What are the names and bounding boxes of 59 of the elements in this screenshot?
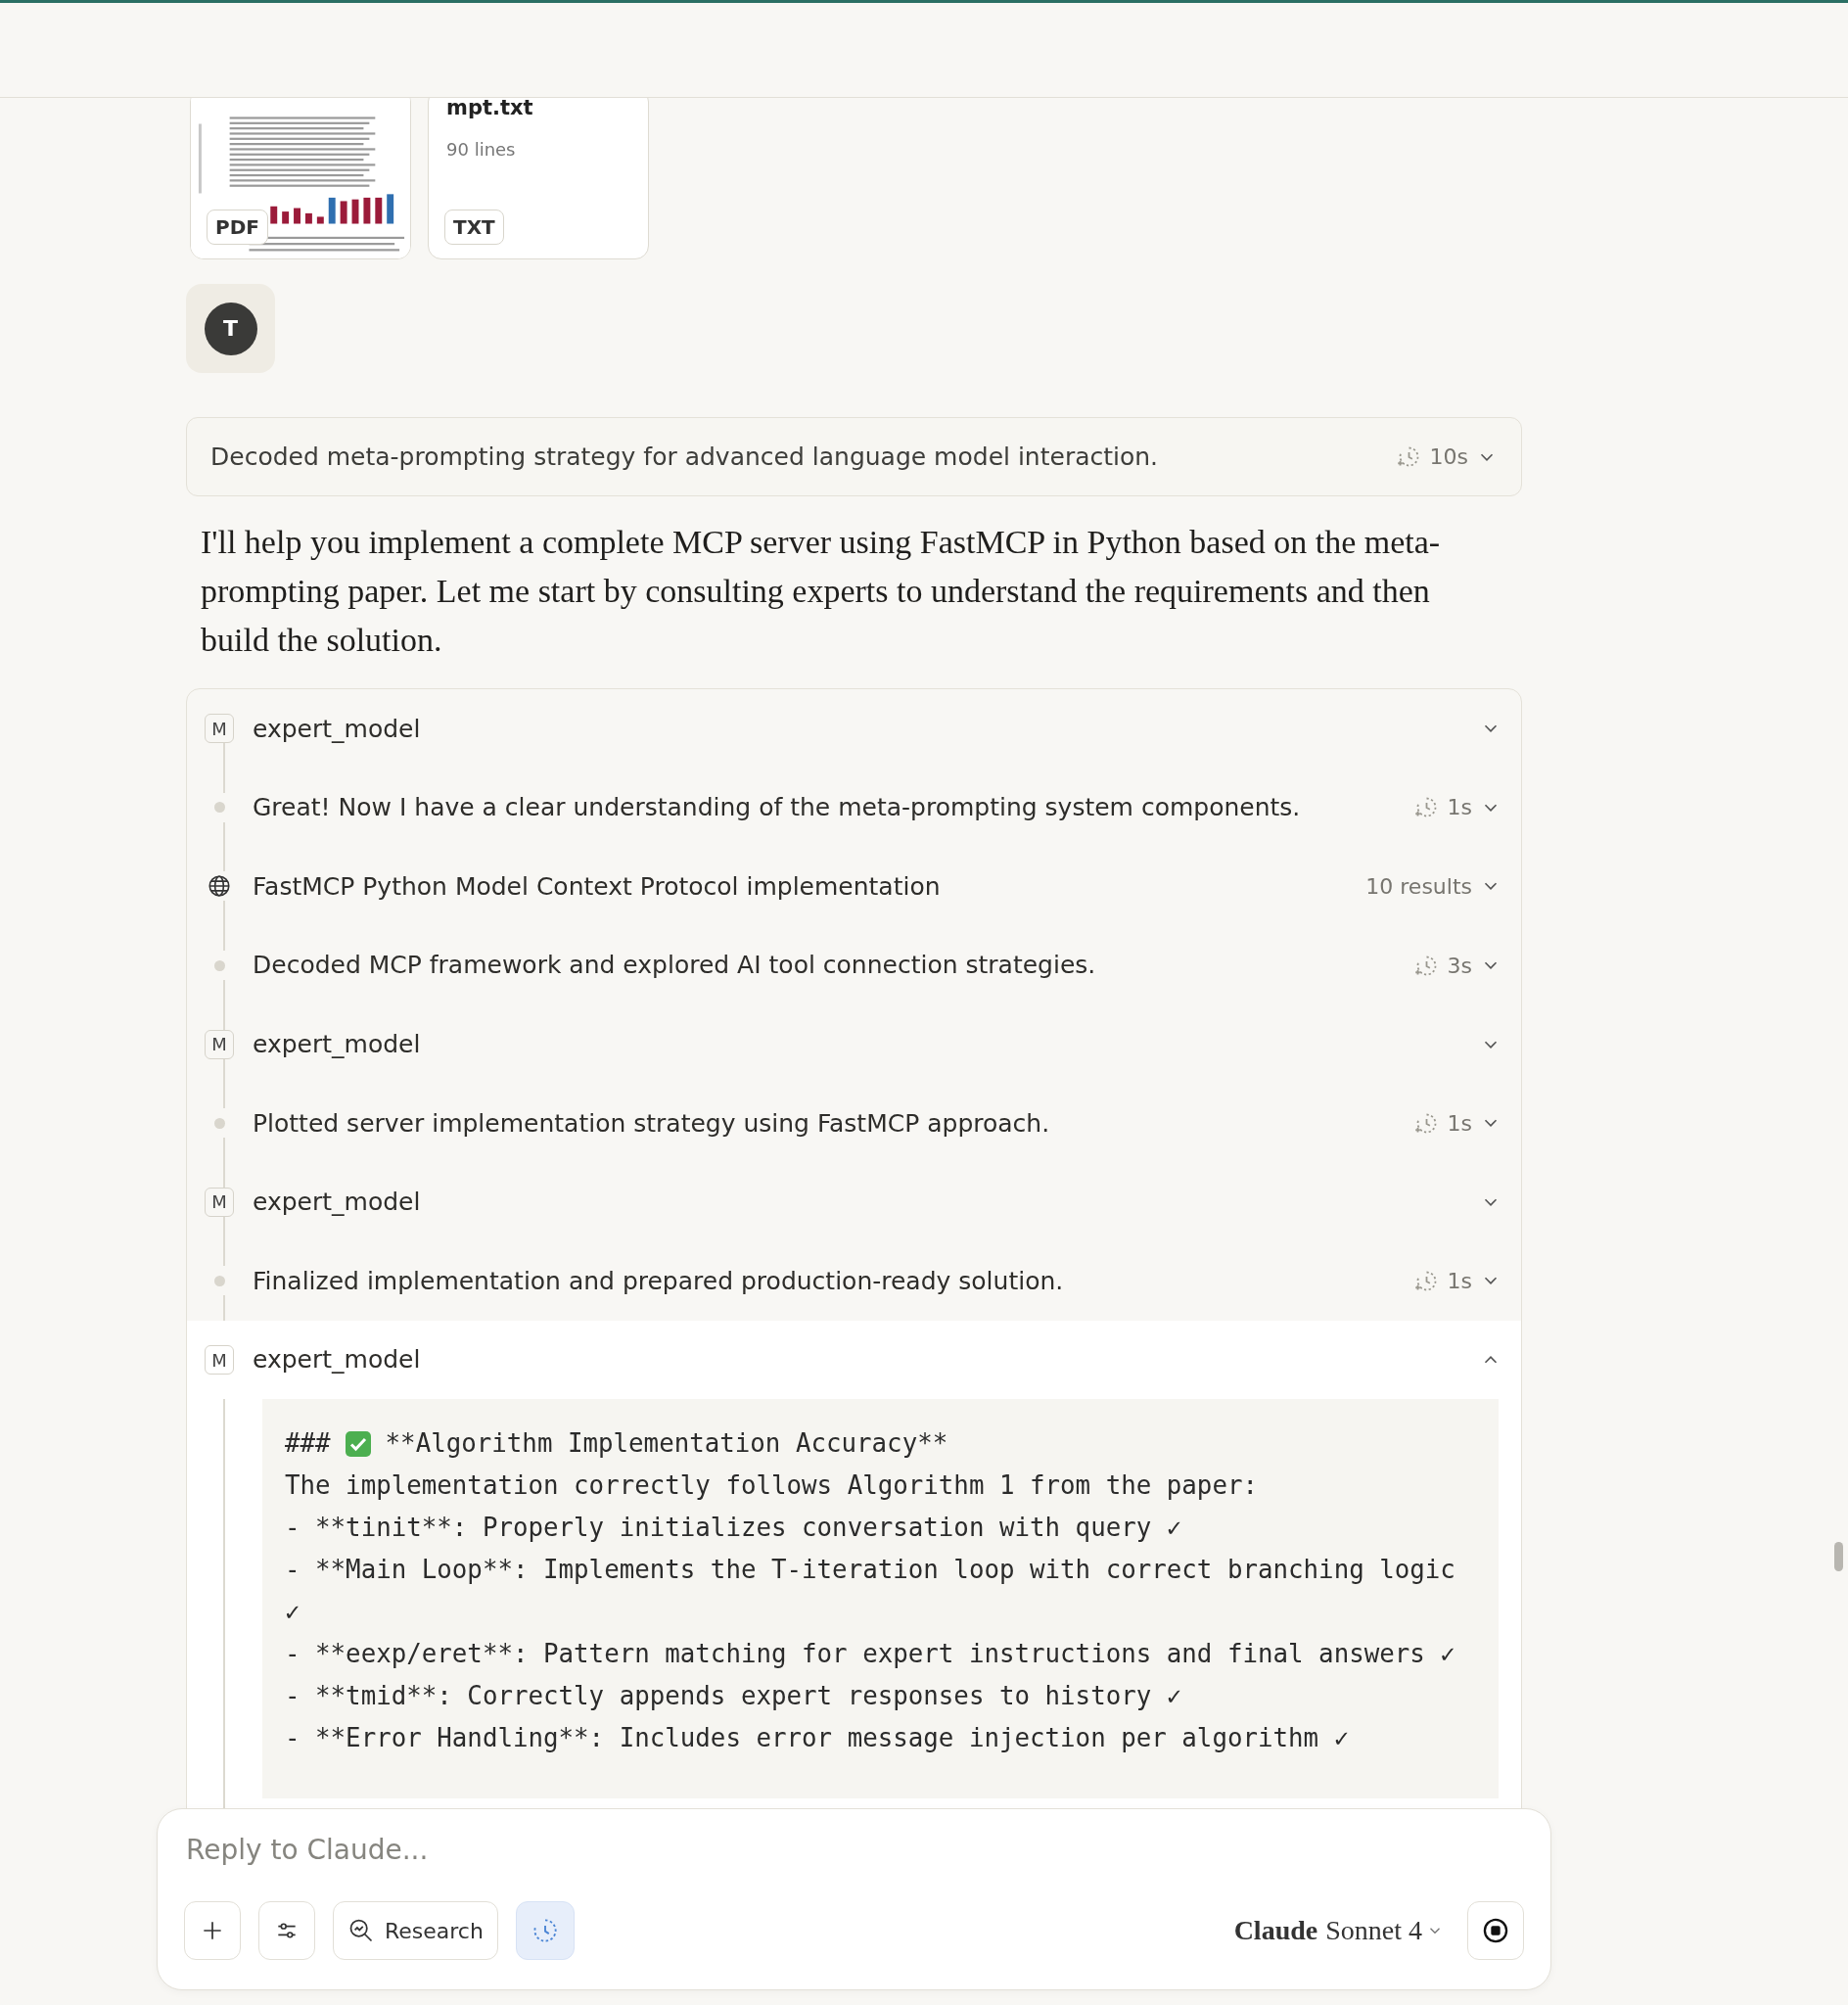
duration-text: 1s (1447, 1109, 1472, 1138)
code-line: - **tmid**: Correctly appends expert responses to history ✓ (285, 1681, 1182, 1711)
thinking-summary[interactable]: Decoded meta-prompting strategy for advanced language model interaction. 10s (186, 417, 1522, 496)
step-title: expert_model (253, 1028, 422, 1060)
dot-icon (213, 1275, 225, 1286)
line-count: 90 lines (445, 137, 517, 162)
model-selector[interactable]: Claude Sonnet 4 (1227, 1909, 1450, 1952)
code-line: - **Main Loop**: Implements the T-iteration loop with correct branching logic ✓ (285, 1555, 1456, 1627)
step-title: Finalized implementation and prepared production-ready solution. (253, 1265, 1065, 1297)
code-line: **Algorithm Implementation Accuracy** (385, 1427, 948, 1461)
user-avatar[interactable]: T (204, 302, 257, 355)
duration-text: 10s (1429, 443, 1468, 471)
thinking-text: Decoded meta-prompting strategy for advanced language model interaction. (210, 441, 1160, 473)
file-type-tag: TXT (444, 210, 504, 245)
step-title: Decoded MCP framework and explored AI tool connection strategies. (253, 950, 1097, 982)
stop-icon (1482, 1917, 1509, 1944)
step-row[interactable]: M expert_model (187, 689, 1521, 769)
dot-icon (213, 1117, 225, 1129)
code-line: The implementation correctly follows Algorithm 1 from the paper: (285, 1470, 1258, 1501)
file-type-tag: PDF (207, 210, 268, 245)
code-line: - **eexp/eret**: Pattern matching for expert instructions and final answers ✓ (285, 1639, 1455, 1669)
step-title: Great! Now I have a clear understanding of the meta-prompting system components. (253, 792, 1302, 824)
duration-text: 3s (1447, 952, 1472, 980)
code-line: - **tinit**: Properly initializes conversation with query ✓ (285, 1513, 1182, 1543)
step-row[interactable]: Plotted server implementation strategy using FastMCP approach. 1s (187, 1083, 1521, 1163)
dot-icon (213, 959, 225, 971)
duration-text: 1s (1447, 1267, 1472, 1295)
model-icon: M (205, 714, 234, 744)
file-card[interactable]: mpt.txt 90 lines TXT (428, 98, 649, 259)
response-paragraph: I'll help you implement a complete MCP server using FastMCP in Python based on the meta-prompting paper. Let me start by consulting experts to understand the requirements and then build the solution. (200, 523, 1442, 660)
result-count: 10 results (1365, 873, 1472, 901)
step-row[interactable]: Great! Now I have a clear understanding of the meta-prompting system components. 1s (187, 768, 1521, 848)
step-title: expert_model (253, 1344, 422, 1376)
step-row[interactable]: Decoded MCP framework and explored AI tool connection strategies. 3s (187, 925, 1521, 1005)
add-button[interactable] (184, 1901, 241, 1960)
model-icon: M (205, 1029, 234, 1059)
message-input[interactable]: Reply to Claude... (184, 1829, 1524, 1872)
file-name: mpt.txt (445, 98, 534, 121)
code-line: - **Error Handling**: Includes error message injection per algorithm ✓ (285, 1723, 1350, 1753)
dot-icon (213, 802, 225, 814)
model-icon: M (205, 1187, 234, 1217)
settings-button[interactable] (258, 1901, 315, 1960)
model-icon: M (205, 1345, 234, 1376)
step-title: FastMCP Python Model Context Protocol implementation (253, 870, 942, 903)
research-icon (347, 1917, 375, 1944)
step-row[interactable]: M expert_model (187, 1162, 1521, 1242)
stop-button[interactable] (1467, 1901, 1524, 1960)
step-row[interactable]: M expert_model (187, 1004, 1521, 1084)
scrollbar[interactable] (1834, 1542, 1843, 1571)
step-row[interactable]: Finalized implementation and prepared production-ready solution. 1s (187, 1241, 1521, 1321)
step-row[interactable]: FastMCP Python Model Context Protocol implementation 10 results (187, 847, 1521, 926)
step-title: expert_model (253, 1187, 422, 1219)
step-title: expert_model (253, 713, 422, 745)
research-button[interactable]: Research (333, 1901, 498, 1960)
code-line: ### (285, 1427, 331, 1461)
duration-text: 1s (1447, 794, 1472, 822)
file-card[interactable]: PDF (190, 98, 411, 259)
step-title: Plotted server implementation strategy using FastMCP approach. (253, 1107, 1051, 1140)
thinking-toggle[interactable] (515, 1901, 575, 1960)
